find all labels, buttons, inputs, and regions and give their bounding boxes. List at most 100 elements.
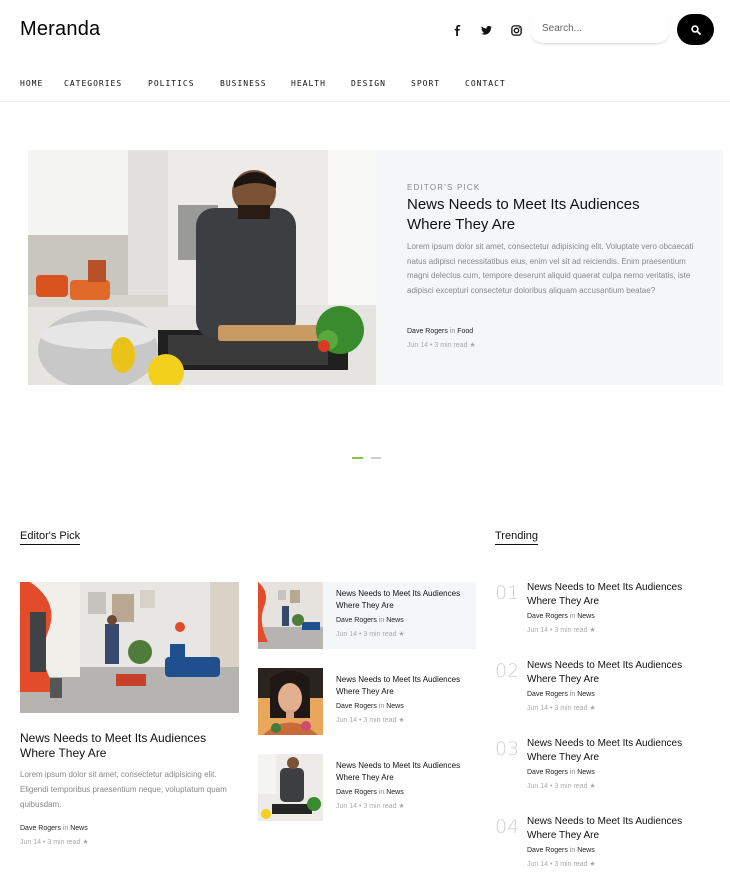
search-input[interactable] bbox=[530, 14, 670, 44]
category-link[interactable]: News bbox=[70, 825, 88, 832]
in-label: in bbox=[569, 691, 576, 698]
trending-item[interactable]: 03 News Needs to Meet Its Audiences Wher… bbox=[495, 737, 725, 807]
trending-item[interactable]: 04 News Needs to Meet Its Audiences Wher… bbox=[495, 815, 725, 885]
trending-rank: 03 bbox=[495, 738, 520, 760]
item-author-line: Dave Rogers in News bbox=[336, 789, 404, 796]
trending-rank: 04 bbox=[495, 816, 520, 838]
star-icon[interactable]: ★ bbox=[398, 803, 404, 810]
category-link[interactable]: News bbox=[386, 703, 404, 710]
editors-pick-item-title[interactable]: News Needs to Meet Its Audiences Where T… bbox=[336, 588, 466, 611]
author-link[interactable]: Dave Rogers bbox=[20, 825, 61, 832]
trending-item[interactable]: 01 News Needs to Meet Its Audiences Wher… bbox=[495, 581, 725, 651]
editors-pick-main-image[interactable] bbox=[20, 582, 239, 713]
read-time: 3 min read bbox=[47, 839, 81, 846]
item-author-line: Dave Rogers in News bbox=[527, 613, 595, 620]
category-link[interactable]: News bbox=[577, 769, 595, 776]
editors-pick-main-excerpt: Lorem ipsum dolor sit amet, consectetur … bbox=[20, 770, 227, 809]
search-button[interactable] bbox=[677, 14, 714, 45]
meta-separator: • bbox=[549, 705, 553, 712]
star-icon[interactable]: ★ bbox=[398, 717, 404, 724]
nav-contact[interactable]: CONTACT bbox=[465, 79, 525, 88]
meta-separator: • bbox=[358, 631, 362, 638]
author-link[interactable]: Dave Rogers bbox=[336, 789, 377, 796]
category-link[interactable]: News bbox=[577, 691, 595, 698]
author-link[interactable]: Dave Rogers bbox=[527, 613, 568, 620]
editors-pick-item-image[interactable] bbox=[258, 668, 323, 735]
star-icon[interactable]: ★ bbox=[589, 861, 595, 868]
category-link[interactable]: News bbox=[386, 789, 404, 796]
nav-design[interactable]: DESIGN bbox=[351, 79, 411, 88]
nav-health[interactable]: HEALTH bbox=[291, 79, 351, 88]
editors-pick-item-title[interactable]: News Needs to Meet Its Audiences Where T… bbox=[336, 674, 466, 697]
item-meta: Jun 14 • 3 min read ★ bbox=[527, 782, 596, 790]
category-link[interactable]: News bbox=[386, 617, 404, 624]
nav-business[interactable]: BUSINESS bbox=[220, 79, 291, 88]
author-link[interactable]: Dave Rogers bbox=[407, 328, 448, 335]
star-icon[interactable]: ★ bbox=[82, 839, 88, 846]
item-meta: Jun 14 • 3 min read ★ bbox=[336, 630, 405, 638]
post-date: Jun 14 bbox=[527, 627, 549, 634]
star-icon[interactable]: ★ bbox=[398, 631, 404, 638]
meta-separator: • bbox=[549, 783, 553, 790]
author-link[interactable]: Dave Rogers bbox=[527, 769, 568, 776]
item-author-line: Dave Rogers in News bbox=[527, 769, 595, 776]
trending-item-title[interactable]: News Needs to Meet Its Audiences Where T… bbox=[527, 659, 702, 687]
editors-pick-item[interactable]: News Needs to Meet Its Audiences Where T… bbox=[258, 582, 476, 649]
carousel-dot[interactable] bbox=[371, 457, 381, 459]
in-label: in bbox=[449, 328, 456, 335]
main-nav: HOME CATEGORIES POLITICS BUSINESS HEALTH… bbox=[20, 79, 525, 88]
author-link[interactable]: Dave Rogers bbox=[527, 847, 568, 854]
in-label: in bbox=[569, 769, 576, 776]
nav-home[interactable]: HOME bbox=[20, 79, 64, 88]
editors-pick-main-title[interactable]: News Needs to Meet Its Audiences Where T… bbox=[20, 731, 235, 761]
meta-separator: • bbox=[358, 803, 362, 810]
hero-excerpt: Lorem ipsum dolor sit amet, consectetur … bbox=[407, 242, 694, 295]
item-author-line: Dave Rogers in News bbox=[527, 691, 595, 698]
category-link[interactable]: News bbox=[577, 847, 595, 854]
nav-politics[interactable]: POLITICS bbox=[148, 79, 220, 88]
editors-pick-item[interactable]: News Needs to Meet Its Audiences Where T… bbox=[258, 754, 476, 821]
meta-separator: • bbox=[429, 342, 433, 349]
twitter-icon[interactable] bbox=[479, 23, 493, 37]
post-date: Jun 14 bbox=[336, 717, 358, 724]
meta-separator: • bbox=[549, 861, 553, 868]
in-label: in bbox=[378, 703, 385, 710]
hero-card[interactable]: EDITOR'S PICK News Needs to Meet Its Aud… bbox=[376, 150, 723, 385]
instagram-icon[interactable] bbox=[509, 23, 523, 37]
in-label: in bbox=[569, 613, 576, 620]
author-link[interactable]: Dave Rogers bbox=[336, 617, 377, 624]
nav-sport[interactable]: SPORT bbox=[411, 79, 465, 88]
category-link[interactable]: Food bbox=[457, 328, 473, 335]
read-time: 3 min read bbox=[363, 717, 397, 724]
editors-pick-main-meta: Jun 14 • 3 min read ★ bbox=[20, 838, 89, 846]
star-icon[interactable]: ★ bbox=[589, 627, 595, 634]
star-icon[interactable]: ★ bbox=[589, 705, 595, 712]
item-meta: Jun 14 • 3 min read ★ bbox=[527, 704, 596, 712]
read-time: 3 min read bbox=[363, 803, 397, 810]
carousel-dot-active[interactable] bbox=[352, 457, 363, 459]
hero-image[interactable] bbox=[28, 150, 376, 385]
read-time: 3 min read bbox=[554, 861, 588, 868]
trending-item[interactable]: 02 News Needs to Meet Its Audiences Wher… bbox=[495, 659, 725, 729]
trending-item-title[interactable]: News Needs to Meet Its Audiences Where T… bbox=[527, 581, 702, 609]
facebook-icon[interactable] bbox=[450, 23, 464, 37]
star-icon[interactable]: ★ bbox=[589, 783, 595, 790]
editors-pick-heading: Editor's Pick bbox=[20, 530, 81, 545]
nav-categories[interactable]: CATEGORIES bbox=[64, 79, 148, 88]
item-meta: Jun 14 • 3 min read ★ bbox=[527, 626, 596, 634]
hero-title[interactable]: News Needs to Meet Its Audiences Where T… bbox=[407, 195, 677, 235]
author-link[interactable]: Dave Rogers bbox=[527, 691, 568, 698]
category-link[interactable]: News bbox=[577, 613, 595, 620]
author-link[interactable]: Dave Rogers bbox=[336, 703, 377, 710]
editors-pick-item-image[interactable] bbox=[258, 754, 323, 821]
trending-item-title[interactable]: News Needs to Meet Its Audiences Where T… bbox=[527, 815, 702, 843]
site-logo[interactable]: Meranda bbox=[20, 18, 100, 41]
star-icon[interactable]: ★ bbox=[469, 342, 475, 349]
trending-item-title[interactable]: News Needs to Meet Its Audiences Where T… bbox=[527, 737, 702, 765]
editors-pick-item-title[interactable]: News Needs to Meet Its Audiences Where T… bbox=[336, 760, 466, 783]
trending-heading: Trending bbox=[495, 530, 539, 545]
editors-pick-item-image[interactable] bbox=[258, 582, 323, 649]
editors-pick-item[interactable]: News Needs to Meet Its Audiences Where T… bbox=[258, 668, 476, 735]
read-time: 3 min read bbox=[363, 631, 397, 638]
post-date: Jun 14 bbox=[336, 631, 358, 638]
